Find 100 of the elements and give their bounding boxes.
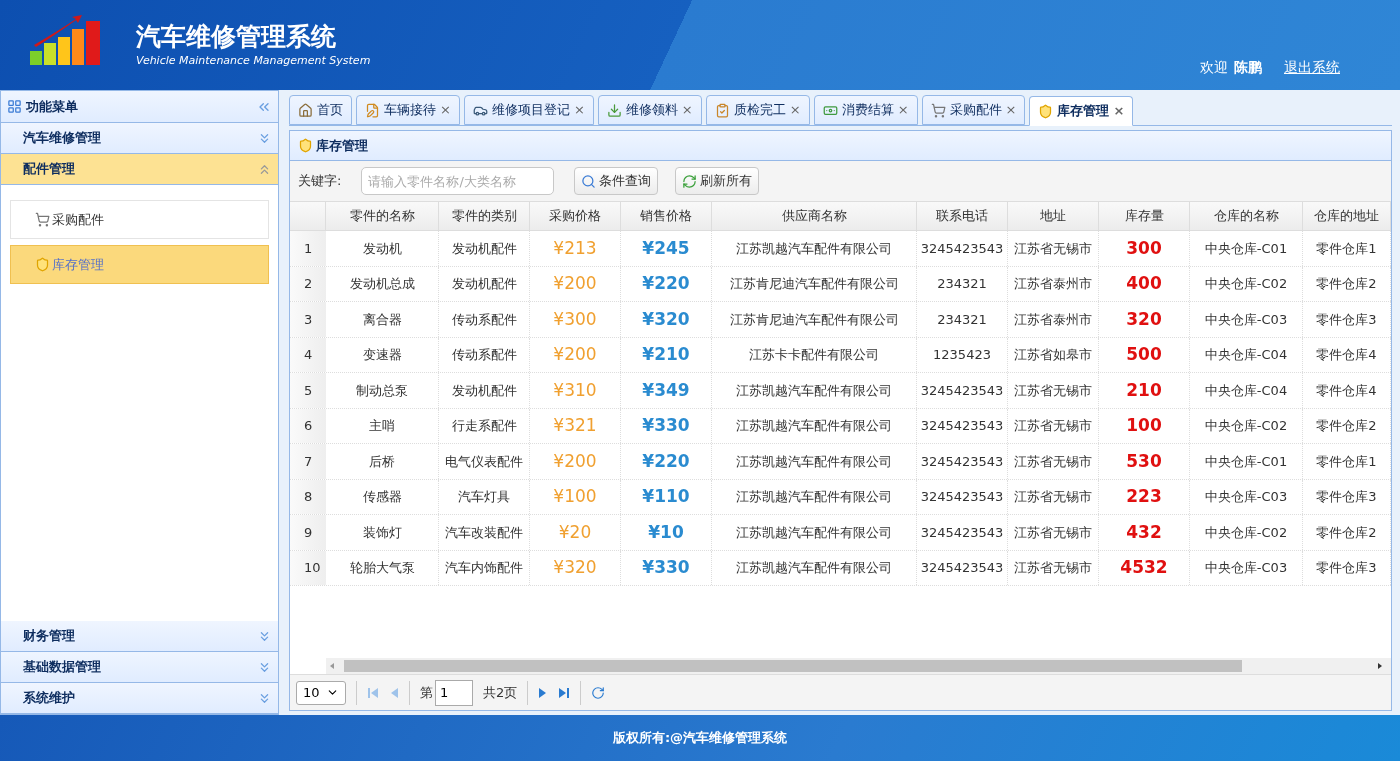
table-cell-text: 汽车灯具 — [458, 488, 510, 506]
column-header[interactable]: 零件的名称 — [349, 206, 415, 226]
column-header[interactable]: 地址 — [1040, 206, 1066, 226]
table-cell-text: 中央仓库-C03 — [1204, 488, 1288, 506]
table-cell-text: 传动系配件 — [451, 310, 517, 329]
table-cell-text: 行走系配件 — [451, 417, 517, 435]
tab[interactable]: 库存管理 × — [1029, 96, 1134, 126]
table-cell-text: 3245423543 — [920, 488, 1004, 506]
close-icon[interactable]: × — [1005, 100, 1017, 120]
table-cell-text: 300 — [1126, 236, 1162, 260]
close-icon[interactable]: × — [1113, 101, 1125, 121]
row-number: 8 — [304, 488, 313, 506]
keyword-label: 关键字: — [298, 172, 342, 191]
last-page-icon[interactable] — [558, 686, 571, 699]
row-number: 7 — [304, 452, 313, 471]
table-cell-text: 传动系配件 — [451, 346, 517, 364]
sidebar-section[interactable]: 配件管理 — [1, 154, 278, 185]
close-icon[interactable]: × — [897, 100, 909, 120]
table-cell-text: ¥200 — [553, 449, 597, 473]
user-name: 陈鹏 — [1234, 57, 1262, 77]
shield-icon — [298, 138, 313, 153]
table-cell-text: 3245423543 — [920, 417, 1004, 435]
table-cell-text: 234321 — [937, 275, 987, 293]
table-cell-text: 江苏省无锡市 — [1014, 452, 1092, 471]
row-number: 4 — [304, 346, 313, 364]
reload-icon[interactable] — [591, 685, 606, 700]
query-button[interactable]: 条件查询 — [574, 167, 659, 195]
welcome-text: 欢迎 — [1200, 57, 1228, 77]
table-cell-text: 江苏省无锡市 — [1014, 488, 1092, 506]
table-cell-text: ¥213 — [553, 236, 597, 260]
table-cell-text: 3245423543 — [920, 381, 1004, 400]
sidebar-section[interactable]: 系统维护 — [1, 683, 278, 714]
table-cell-text: 234321 — [937, 310, 987, 329]
column-header[interactable]: 仓库的名称 — [1213, 206, 1279, 226]
table-cell-text: 发动机配件 — [451, 239, 517, 258]
column-header[interactable]: 库存量 — [1124, 206, 1164, 226]
table-cell-text: 主哨 — [369, 417, 395, 435]
table-cell-text: 江苏肯尼迪汽车配件有限公司 — [729, 275, 899, 293]
sidebar-section[interactable]: 汽车维修管理 — [1, 123, 278, 154]
first-page-icon[interactable] — [367, 686, 379, 699]
column-header[interactable]: 零件的类别 — [451, 206, 517, 226]
grid-icon — [7, 99, 22, 114]
home-icon — [298, 102, 313, 118]
column-header[interactable]: 仓库的地址 — [1314, 206, 1379, 226]
close-icon[interactable]: × — [573, 100, 585, 120]
table-cell-text: 530 — [1126, 449, 1162, 473]
table-cell-text: ¥320 — [553, 556, 597, 579]
tab[interactable]: 首页 — [289, 95, 352, 125]
menu-item[interactable]: 采购配件 — [10, 200, 269, 239]
tab[interactable]: 质检完工 × — [705, 95, 810, 125]
logout-link[interactable]: 退出系统 — [1284, 56, 1340, 78]
page-size-select[interactable]: 10 — [296, 680, 346, 705]
app-subtitle: Vehicle Maintenance Management System — [136, 52, 371, 69]
column-header[interactable]: 联系电话 — [936, 206, 988, 226]
table-cell-text: ¥320 — [642, 307, 690, 331]
table-cell-text: 零件仓库2 — [1316, 523, 1377, 542]
refresh-button[interactable]: 刷新所有 — [675, 167, 760, 195]
table-cell-text: 江苏凯越汽车配件有限公司 — [736, 239, 892, 258]
sidebar-section[interactable]: 基础数据管理 — [1, 652, 278, 683]
table-cell-text: 中央仓库-C03 — [1204, 310, 1288, 329]
table-cell-text: 3245423543 — [920, 559, 1004, 577]
row-number: 5 — [304, 381, 313, 400]
search-field[interactable]: 请输入零件名称/大类名称 — [361, 167, 555, 195]
close-icon[interactable]: × — [681, 100, 693, 120]
table-cell-text: 零件仓库2 — [1316, 275, 1377, 293]
cart-icon — [930, 102, 946, 118]
pencil-document-icon — [365, 102, 380, 118]
page-number-field[interactable]: 1 — [435, 679, 473, 706]
table-cell-text: 零件仓库1 — [1316, 452, 1377, 471]
table-cell-text: 发动机总成 — [349, 275, 415, 293]
table-cell-text: 发动机 — [362, 239, 402, 258]
table-cell-text: 3245423543 — [920, 239, 1004, 258]
table-cell-text: ¥330 — [642, 556, 690, 579]
row-number: 9 — [304, 523, 313, 542]
close-icon[interactable]: × — [440, 100, 451, 120]
row-number: 1 — [304, 239, 313, 258]
table-cell-text: 江苏凯越汽车配件有限公司 — [736, 523, 892, 542]
table-cell-text: 江苏凯越汽车配件有限公司 — [736, 381, 892, 400]
previous-page-icon[interactable] — [389, 686, 399, 699]
table-cell-text: 发动机配件 — [451, 381, 517, 400]
table-cell-text: 零件仓库1 — [1316, 239, 1377, 258]
table-cell-text: ¥220 — [642, 449, 690, 473]
tab[interactable]: 消费结算 × — [813, 95, 918, 125]
column-header[interactable]: 采购价格 — [549, 206, 601, 226]
tab[interactable]: 采购配件 × — [921, 95, 1026, 125]
table-cell-text: 3245423543 — [920, 452, 1004, 471]
table-cell-text: 320 — [1126, 307, 1162, 331]
table-cell-text: ¥200 — [553, 343, 597, 366]
column-header[interactable]: 销售价格 — [640, 206, 692, 226]
tab[interactable]: 维修项目登记 × — [463, 95, 594, 125]
close-icon[interactable]: × — [789, 100, 801, 120]
sidebar-title: 功能菜单 — [26, 97, 78, 116]
column-header[interactable]: 供应商名称 — [781, 206, 847, 226]
tab[interactable]: 车辆接待 × — [356, 95, 460, 125]
table-cell-text: 500 — [1126, 343, 1162, 366]
sidebar-section[interactable]: 财务管理 — [1, 621, 278, 652]
menu-item[interactable]: 库存管理 — [10, 245, 269, 284]
tab[interactable]: 维修领料 × — [597, 95, 702, 125]
table-cell-text: 江苏省无锡市 — [1014, 559, 1092, 577]
row-number: 6 — [304, 417, 313, 435]
